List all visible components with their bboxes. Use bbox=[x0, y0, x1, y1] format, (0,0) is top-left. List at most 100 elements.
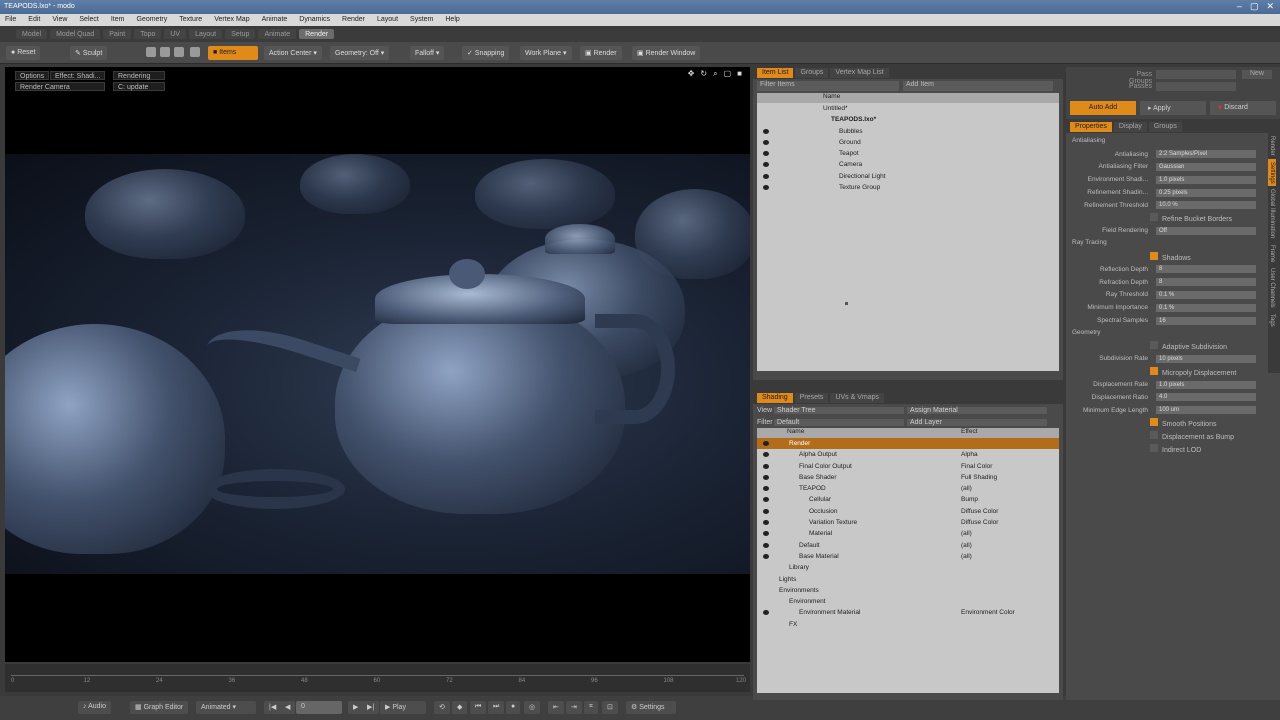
shader-row[interactable]: Lights bbox=[757, 574, 1059, 585]
action-center-dropdown[interactable]: Action Center ▾ bbox=[264, 46, 322, 60]
render-window-button[interactable]: ▣ Render Window bbox=[632, 46, 701, 60]
section-header[interactable]: Antialiasing bbox=[1066, 135, 1264, 148]
menu-geometry[interactable]: Geometry bbox=[136, 16, 167, 24]
tab-item-list[interactable]: Item List bbox=[757, 68, 794, 78]
key-prev-icon[interactable]: ⏮ bbox=[470, 701, 487, 714]
snap-keys-icon[interactable]: ⌗ bbox=[584, 701, 598, 714]
visibility-eye-icon[interactable] bbox=[763, 151, 769, 157]
checkbox[interactable] bbox=[1150, 341, 1158, 350]
add-layer-dropdown[interactable]: Add Layer bbox=[907, 418, 1047, 426]
shader-row[interactable]: TEAPOD (all) bbox=[757, 483, 1059, 494]
shader-row[interactable]: Render bbox=[757, 438, 1059, 450]
item-row[interactable]: Bubbles bbox=[757, 126, 1059, 137]
shader-row[interactable]: Final Color Output Final Color bbox=[757, 461, 1059, 472]
menu-select[interactable]: Select bbox=[79, 16, 98, 24]
property-value-field[interactable]: 2:2 Samples/Pixel bbox=[1156, 150, 1256, 159]
visibility-eye-icon[interactable] bbox=[763, 553, 769, 559]
visibility-eye-icon[interactable] bbox=[763, 463, 769, 469]
shader-filter-dropdown[interactable]: Default bbox=[774, 418, 904, 426]
snapping-button[interactable]: ✓ Snapping bbox=[462, 46, 510, 60]
work-plane-dropdown[interactable]: Work Plane ▾ bbox=[520, 46, 572, 60]
menu-file[interactable]: File bbox=[5, 16, 16, 24]
property-value-field[interactable]: 16 bbox=[1156, 316, 1256, 325]
visibility-eye-icon[interactable] bbox=[763, 185, 769, 191]
visibility-eye-icon[interactable] bbox=[763, 162, 769, 168]
viewport-update-dropdown[interactable]: C: update bbox=[113, 82, 165, 91]
checkbox[interactable] bbox=[1150, 213, 1158, 222]
visibility-eye-icon[interactable] bbox=[763, 531, 769, 537]
menu-system[interactable]: System bbox=[410, 16, 433, 24]
prev-key-button[interactable]: ◀ bbox=[280, 701, 296, 714]
shader-row[interactable]: Base Material (all) bbox=[757, 551, 1059, 562]
side-tab[interactable]: Global Illumination bbox=[1268, 186, 1276, 241]
audio-button[interactable]: ♪ Audio bbox=[78, 701, 111, 714]
shader-row[interactable]: Environment Material Environment Color bbox=[757, 607, 1059, 618]
tab-uvs-vmaps[interactable]: UVs & Vmaps bbox=[830, 393, 885, 403]
menu-render[interactable]: Render bbox=[342, 16, 365, 24]
new-pass-group-button[interactable]: New bbox=[1242, 70, 1272, 79]
checkbox[interactable] bbox=[1150, 366, 1158, 375]
layout-tab-render[interactable]: Render bbox=[299, 29, 335, 39]
checkbox[interactable] bbox=[1150, 251, 1158, 260]
record-icon[interactable]: ● bbox=[506, 701, 521, 714]
step-fwd-icon[interactable]: ⇥ bbox=[566, 701, 582, 714]
apply-button[interactable]: ▸ Apply bbox=[1140, 101, 1206, 115]
property-value-field[interactable]: 10 pixels bbox=[1156, 354, 1256, 363]
tab-vertex-map-list[interactable]: Vertex Map List bbox=[830, 68, 889, 78]
visibility-eye-icon[interactable] bbox=[763, 173, 769, 179]
checkbox-property[interactable]: Micropoly Displacement bbox=[1150, 366, 1236, 377]
rotate-icon[interactable]: ↻ bbox=[700, 69, 707, 79]
menu-edit[interactable]: Edit bbox=[28, 16, 40, 24]
property-value-field[interactable]: 0.25 pixels bbox=[1156, 188, 1256, 197]
tab-properties[interactable]: Properties bbox=[1070, 122, 1112, 132]
goto-start-button[interactable]: |◀ bbox=[264, 701, 282, 714]
passes-dropdown[interactable] bbox=[1156, 82, 1236, 91]
visibility-eye-icon[interactable] bbox=[763, 520, 769, 526]
property-value-field[interactable]: 4.0 bbox=[1156, 393, 1256, 402]
tab-shading[interactable]: Shading bbox=[757, 393, 793, 403]
layout-tab-model-quad[interactable]: Model Quad bbox=[50, 29, 101, 39]
shader-row[interactable]: Cellular Bump bbox=[757, 494, 1059, 505]
maximize-button[interactable]: ▢ bbox=[1250, 1, 1259, 12]
property-value-field[interactable]: 100 um bbox=[1156, 406, 1256, 415]
side-tab[interactable]: Tags bbox=[1268, 311, 1276, 330]
property-value-field[interactable]: Off bbox=[1156, 226, 1256, 235]
visibility-eye-icon[interactable] bbox=[763, 497, 769, 503]
loop-icon[interactable]: ⟲ bbox=[434, 701, 450, 714]
auto-key-icon[interactable]: ◎ bbox=[524, 701, 541, 714]
render-viewport[interactable]: Options Effect: Shadi... Rendering Rende… bbox=[5, 67, 750, 662]
checkbox-property[interactable]: Refine Bucket Borders bbox=[1150, 213, 1232, 223]
side-tab[interactable]: Settings bbox=[1268, 158, 1276, 187]
checkbox-property[interactable]: Smooth Positions bbox=[1150, 417, 1216, 428]
property-value-field[interactable]: 1.0 pixels bbox=[1156, 380, 1256, 389]
tab-groups[interactable]: Groups bbox=[1148, 122, 1182, 132]
layout-tab-uv[interactable]: UV bbox=[164, 29, 187, 39]
visibility-eye-icon[interactable] bbox=[763, 139, 769, 145]
property-value-field[interactable]: 8 bbox=[1156, 278, 1256, 287]
assign-material-dropdown[interactable]: Assign Material bbox=[907, 406, 1047, 414]
layout-tab-topo[interactable]: Topo bbox=[134, 29, 162, 39]
checkbox[interactable] bbox=[1150, 430, 1158, 439]
timeline-track[interactable] bbox=[11, 670, 744, 676]
layout-tab-setup[interactable]: Setup bbox=[225, 29, 256, 39]
item-row[interactable]: Texture Group bbox=[757, 182, 1059, 193]
visibility-eye-icon[interactable] bbox=[763, 452, 769, 458]
menu-texture[interactable]: Texture bbox=[179, 16, 202, 24]
menu-layout[interactable]: Layout bbox=[377, 16, 398, 24]
pass-groups-dropdown[interactable] bbox=[1156, 70, 1236, 79]
item-row[interactable]: Untitled* bbox=[757, 103, 1059, 114]
layout-tab-paint[interactable]: Paint bbox=[103, 29, 132, 39]
shader-row[interactable]: Default (all) bbox=[757, 540, 1059, 551]
settings-button[interactable]: ⚙ Settings bbox=[626, 701, 676, 714]
checkbox-property[interactable]: Indirect LOD bbox=[1150, 443, 1201, 454]
item-row[interactable]: Ground bbox=[757, 137, 1059, 148]
add-item-dropdown[interactable]: Add Item bbox=[903, 81, 1053, 91]
zoom-icon[interactable]: ⌕ bbox=[713, 69, 717, 79]
shader-row[interactable]: FX bbox=[757, 619, 1059, 630]
graph-editor-button[interactable]: ▦ Graph Editor bbox=[130, 701, 189, 714]
play-button[interactable]: ▶ Play bbox=[380, 701, 426, 714]
viewport-camera-dropdown[interactable]: Render Camera bbox=[15, 82, 105, 91]
render-button[interactable]: ▣ Render bbox=[580, 46, 622, 60]
layout-tab-animate[interactable]: Animate bbox=[258, 29, 297, 39]
checkbox-property[interactable]: Displacement as Bump bbox=[1150, 430, 1234, 441]
